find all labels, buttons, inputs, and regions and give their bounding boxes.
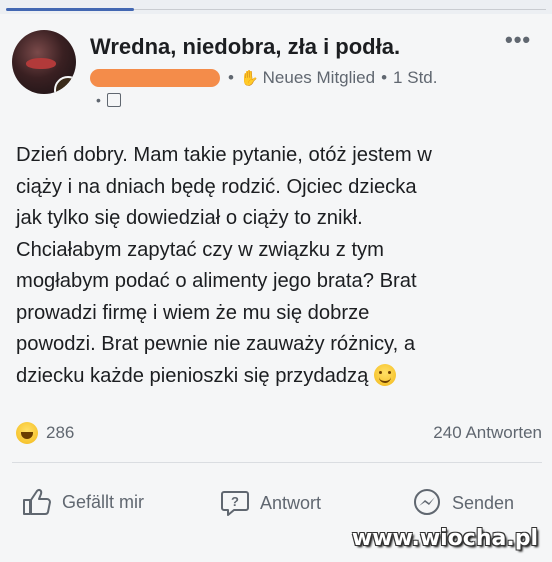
wave-hand-icon: ✋	[239, 70, 259, 87]
thumbs-up-icon	[23, 489, 51, 515]
action-divider	[12, 462, 542, 463]
send-label: Senden	[452, 492, 515, 513]
post-text-line: ciąży i na dniach będę rodzić. Ojciec dz…	[16, 175, 417, 198]
avatar-badge	[54, 76, 76, 94]
post-timestamp[interactable]: 1 Std.	[393, 68, 437, 88]
post-text-line: dziecku każde pienioszki się przydadzą	[16, 364, 369, 387]
like-button[interactable]: Gefällt mir	[22, 488, 144, 516]
post-meta: • ✋ Neues Mitglied • 1 Std.	[90, 66, 437, 90]
messenger-icon	[414, 489, 440, 515]
haha-reaction-icon	[16, 422, 38, 444]
divider	[134, 9, 546, 10]
answer-label: Antwort	[260, 492, 322, 513]
reaction-summary[interactable]: 286	[16, 422, 74, 444]
post-text-line: mogłabym podać o alimenty jego brata? Br…	[16, 270, 417, 292]
smiling-face-emoji-icon	[374, 363, 397, 386]
answers-count[interactable]: 240 Antworten	[433, 423, 542, 443]
active-tab-indicator	[6, 8, 134, 11]
post-text-line-last: dziecku każde pienioszki się przydadzą	[16, 361, 544, 393]
meta-separator: •	[96, 92, 101, 108]
svg-text:?: ?	[231, 494, 239, 509]
meta-separator: •	[381, 68, 388, 87]
redacted-name	[90, 69, 220, 87]
send-button[interactable]: Senden	[412, 488, 514, 518]
post-privacy: •	[96, 92, 121, 108]
post-text-line: Dzień dobry. Mam takie pytanie, otóż jes…	[16, 144, 432, 166]
answer-button[interactable]: ? Antwort	[220, 488, 321, 518]
speech-bubble-question-icon: ?	[221, 491, 249, 516]
post-text-line: jak tylko się dowiedział o ciąży to znik…	[16, 207, 363, 229]
like-label: Gefällt mir	[62, 491, 145, 512]
watermark: www.wiocha.pl	[351, 526, 538, 551]
avatar[interactable]	[12, 30, 76, 94]
post-text-line: Chciałabym zapytać czy w związku z tym	[16, 238, 384, 261]
avatar-image	[26, 58, 56, 69]
privacy-icon[interactable]	[106, 93, 121, 107]
post-body: Dzień dobry. Mam takie pytanie, otóż jes…	[16, 140, 544, 392]
more-options-icon[interactable]: •••	[505, 29, 531, 51]
reaction-count: 286	[46, 423, 75, 442]
post-author[interactable]: Wredna, niedobra, zła i podła.	[90, 34, 400, 60]
meta-separator: •	[228, 68, 234, 87]
top-strip	[0, 0, 552, 14]
post-text-line: prowadzi firmę i wiem że mu się dobrze	[16, 301, 370, 324]
member-badge[interactable]: Neues Mitglied	[263, 68, 375, 88]
post-text-line: powodzi. Brat pewnie nie zauważy różnicy…	[16, 333, 416, 355]
